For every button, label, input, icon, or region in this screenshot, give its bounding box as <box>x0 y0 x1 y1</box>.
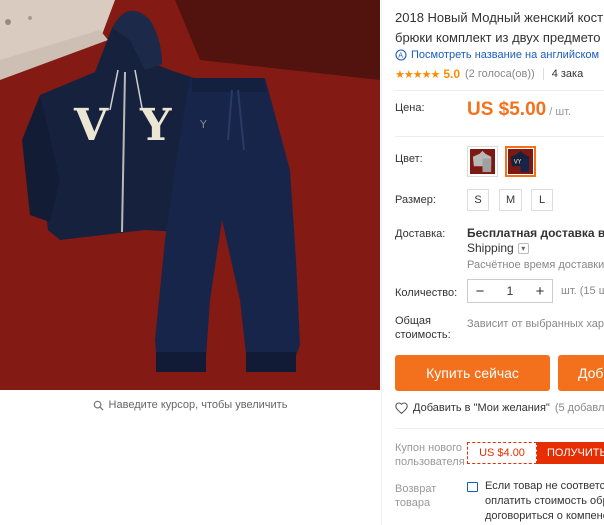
total-label: Общая стоимость: <box>395 314 451 342</box>
coupon-label: Купон нового пользователя <box>395 441 465 469</box>
returns-text-line3: договориться о компенс <box>485 510 604 522</box>
product-info: 2018 Новый Модный женский кост брюки ком… <box>383 0 604 525</box>
returns-text: Если товар не соответст оплатить стоимос… <box>485 479 604 524</box>
wishlist-link[interactable]: Добавить в "Мои желания" (5 добавл <box>395 402 604 414</box>
price-amount: US $5.00 <box>467 99 547 120</box>
color-label: Цвет: <box>395 153 423 165</box>
returns-label-line2: товара <box>395 497 431 509</box>
product-title: 2018 Новый Модный женский кост брюки ком… <box>395 8 604 48</box>
heart-icon <box>395 402 408 414</box>
shipping-method-name: Shipping <box>467 241 514 255</box>
search-icon <box>93 400 104 411</box>
quantity-decrease-button[interactable]: − <box>468 280 492 302</box>
product-photo[interactable]: V Y Y <box>0 0 380 390</box>
quantity-label: Количество: <box>395 287 458 299</box>
coupon-label-line1: Купон нового <box>395 442 463 454</box>
grey-suit-thumbnail <box>470 149 495 174</box>
column-divider <box>381 0 382 525</box>
size-label: Размер: <box>395 194 436 206</box>
price-label: Цена: <box>395 102 425 114</box>
svg-text:A: A <box>398 52 403 60</box>
shipping-label: Доставка: <box>395 228 446 240</box>
total-label-line1: Общая <box>395 315 431 327</box>
orders-count: 4 зака <box>551 68 584 80</box>
product-title-line2: брюки комплект из двух предмето <box>395 30 601 45</box>
product-gallery: V Y Y Наведите курсор, чтобы увеличить <box>0 0 380 525</box>
rating-score: 5.0 <box>443 67 460 81</box>
size-option-l[interactable]: L <box>531 189 553 211</box>
shipping-estimate: Расчётное время доставки: <box>467 259 604 271</box>
translate-icon: A <box>395 49 407 61</box>
rating-votes-link[interactable]: (2 голоса(ов)) <box>465 68 535 80</box>
coupon-amount: US $4.00 <box>467 442 537 464</box>
shipping-method-select[interactable]: Shipping ▾ <box>467 241 529 255</box>
garment-letter-v: V <box>73 100 109 151</box>
quantity-input[interactable]: 1 <box>492 284 528 298</box>
star-icons: ★★★★★ <box>395 68 440 81</box>
total-value: Зависит от выбранных хара <box>467 318 604 330</box>
zoom-hint: Наведите курсор, чтобы увеличить <box>0 390 380 420</box>
divider <box>395 428 604 429</box>
wishlist-count: (5 добавл <box>554 402 604 414</box>
total-label-line2: стоимость: <box>395 329 451 341</box>
quantity-stepper: − 1 + <box>467 279 553 303</box>
shipping-summary: Бесплатная доставка в Ru <box>467 226 604 240</box>
add-to-cart-button[interactable]: Доб <box>558 355 604 391</box>
quantity-available: шт. (15 ш <box>561 285 604 297</box>
price-unit: / шт. <box>549 106 572 118</box>
returns-label: Возврат товара <box>395 482 436 510</box>
returns-text-line1: Если товар не соответст <box>485 480 604 492</box>
return-policy-icon <box>467 482 478 492</box>
color-swatch-grey[interactable] <box>467 146 498 177</box>
chevron-down-icon: ▾ <box>517 242 529 254</box>
coupon-label-line2: пользователя <box>395 456 465 468</box>
svg-text:Y: Y <box>199 118 207 131</box>
returns-text-line2: оплатить стоимость обра <box>485 495 604 507</box>
product-title-line1: 2018 Новый Модный женский кост <box>395 10 604 25</box>
divider <box>395 90 604 91</box>
wishlist-text: Добавить в "Мои желания" <box>413 402 550 414</box>
svg-text:VY: VY <box>514 159 522 165</box>
translate-link[interactable]: A Посмотреть название на английском <box>395 49 599 61</box>
get-coupon-button[interactable]: ПОЛУЧИТЬ <box>537 442 604 464</box>
color-swatch-navy[interactable]: VY <box>505 146 536 177</box>
rating-divider <box>542 68 544 80</box>
buy-now-button[interactable]: Купить сейчас <box>395 355 550 391</box>
translate-link-text: Посмотреть название на английском <box>411 49 600 61</box>
tracksuit-image: V Y Y <box>0 0 380 390</box>
price-value: US $5.00/ шт. <box>467 99 571 121</box>
zoom-hint-text: Наведите курсор, чтобы увеличить <box>108 399 288 411</box>
size-option-m[interactable]: M <box>499 189 523 211</box>
rating-row: ★★★★★ 5.0 (2 голоса(ов)) 4 зака <box>395 67 583 81</box>
navy-suit-thumbnail: VY <box>508 149 533 174</box>
quantity-increase-button[interactable]: + <box>528 280 552 302</box>
returns-label-line1: Возврат <box>395 483 437 495</box>
garment-letter-y: Y <box>139 100 172 151</box>
size-option-s[interactable]: S <box>467 189 489 211</box>
divider <box>395 136 604 137</box>
